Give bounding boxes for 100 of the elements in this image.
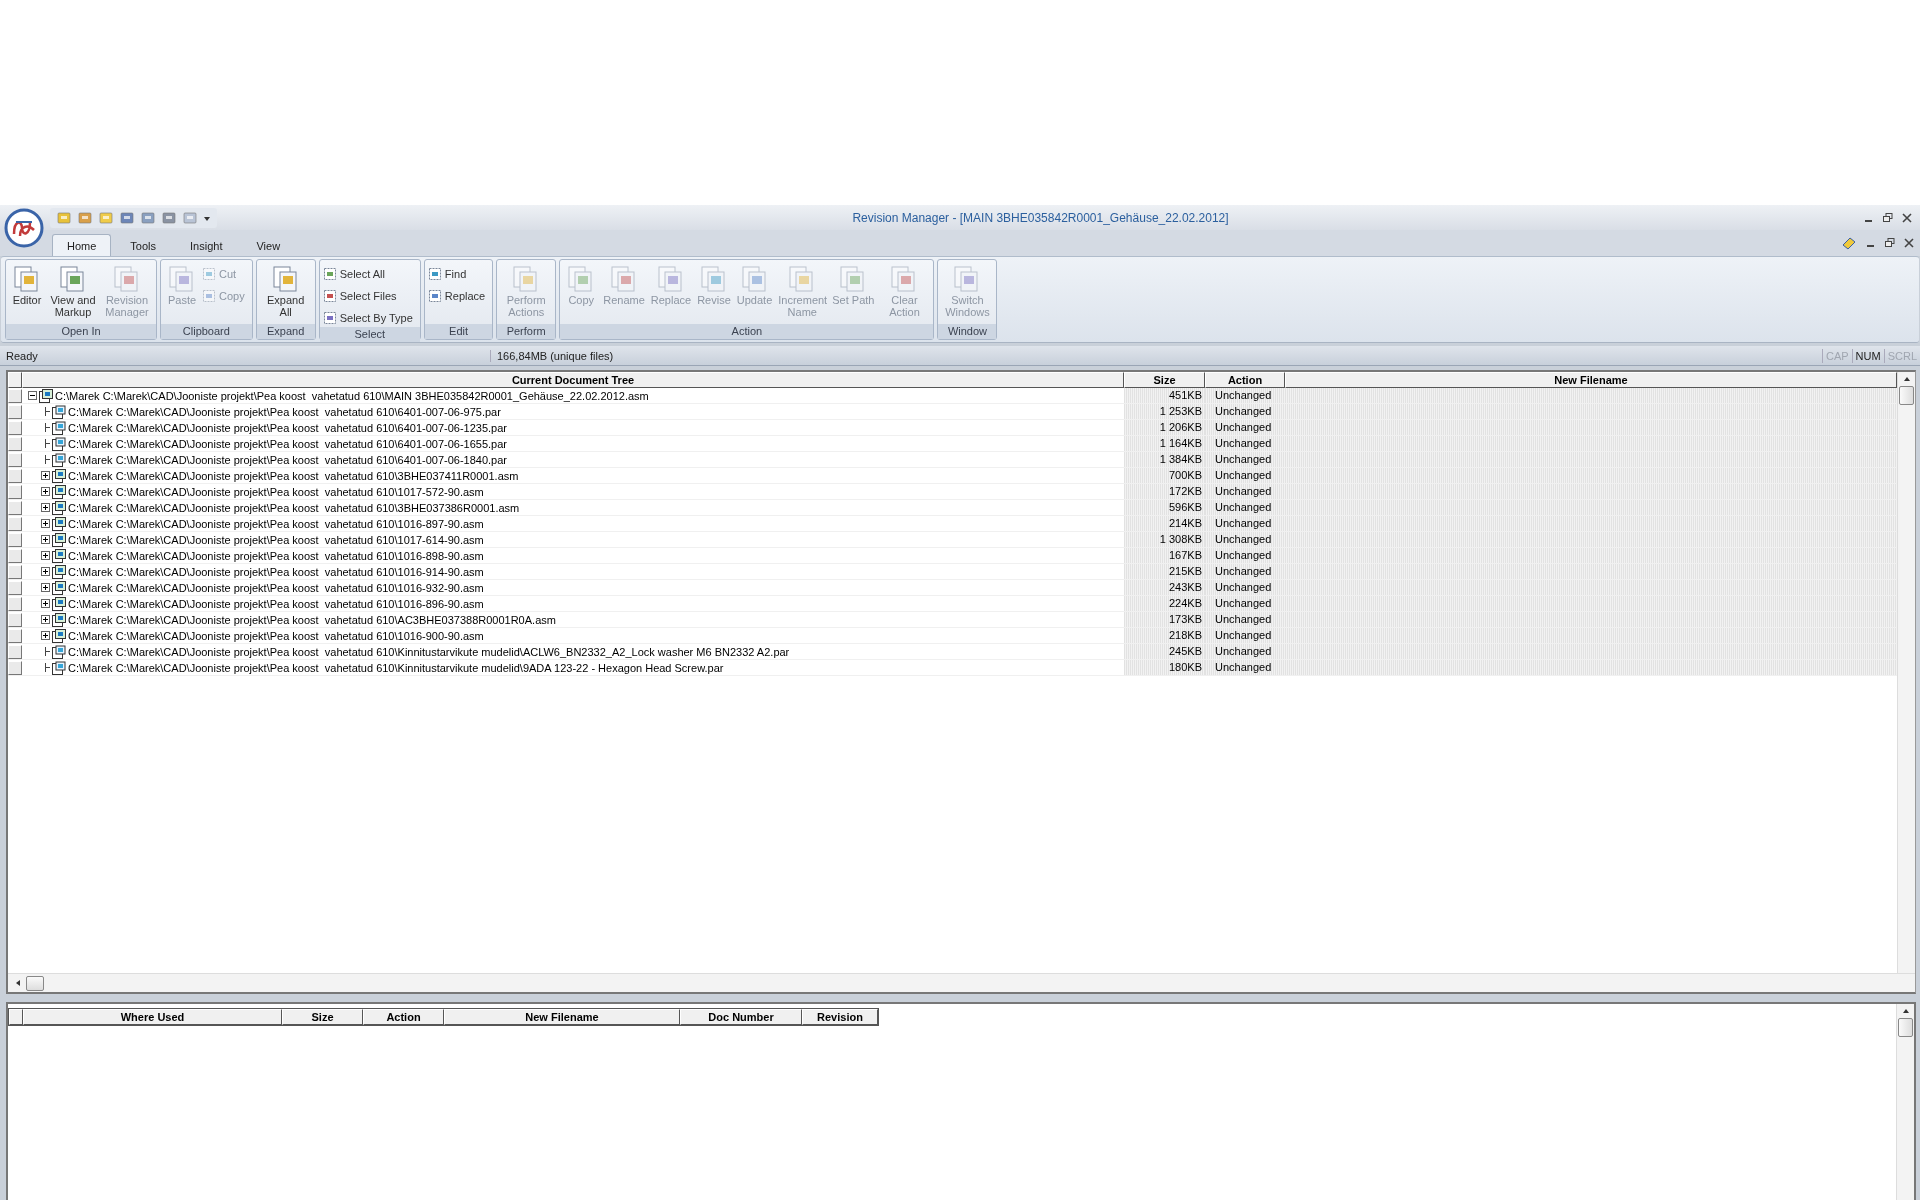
file-path[interactable]: C:\Marek C:\Marek\CAD\Jooniste projekt\Pea koost vahetatud 610\6401-007-06-1235.par — [68, 421, 508, 434]
restore-icon[interactable] — [1883, 212, 1893, 223]
ribbon-button[interactable]: Find — [427, 265, 490, 283]
column-header[interactable]: Revision — [802, 1009, 878, 1025]
ribbon-button[interactable]: Replace — [427, 287, 490, 305]
column-header[interactable]: Action — [363, 1009, 444, 1025]
row-selector[interactable] — [8, 644, 22, 659]
close-icon[interactable] — [1902, 212, 1912, 223]
ribbon-button[interactable]: Select Files — [322, 287, 417, 305]
document-icon — [202, 267, 216, 281]
action-cell: Unchanged — [1205, 388, 1285, 403]
action-cell: Unchanged — [1205, 564, 1285, 579]
close-icon[interactable] — [1904, 238, 1914, 248]
file-path[interactable]: C:\Marek C:\Marek\CAD\Jooniste projekt\Pea koost vahetatud 610\1016-932-90.asm — [68, 581, 484, 594]
collapse-icon[interactable] — [28, 391, 37, 400]
row-selector[interactable] — [8, 452, 22, 467]
file-path[interactable]: C:\Marek C:\Marek\CAD\Jooniste projekt\Pea koost vahetatud 610\1017-614-90.asm — [68, 533, 484, 546]
ribbon-button[interactable]: View and Markup — [47, 262, 99, 324]
action-cell: Unchanged — [1205, 580, 1285, 595]
scroll-thumb[interactable] — [26, 975, 44, 991]
column-header[interactable]: Size — [1124, 372, 1205, 388]
file-path[interactable]: C:\Marek C:\Marek\CAD\Jooniste projekt\Pea koost vahetatud 610\MAIN 3BHE035842R0001_Gehäuse_22.02.2012.asm — [55, 389, 649, 402]
scroll-left-icon[interactable] — [14, 978, 22, 988]
column-header[interactable]: Action — [1205, 372, 1285, 388]
expand-icon[interactable] — [41, 599, 50, 608]
part-icon — [52, 644, 66, 659]
scroll-up-icon[interactable] — [1901, 375, 1912, 383]
group-label: Select — [319, 327, 420, 342]
file-path[interactable]: C:\Marek C:\Marek\CAD\Jooniste projekt\Pea koost vahetatud 610\AC3BHE037388R0001R0A.asm — [68, 613, 556, 626]
size-cell: 215KB — [1124, 564, 1205, 579]
ribbon-tab[interactable]: Insight — [175, 234, 238, 256]
scroll-thumb[interactable] — [1898, 1018, 1913, 1037]
ribbon-button[interactable]: Editor — [9, 262, 45, 324]
row-selector[interactable] — [8, 532, 22, 547]
row-selector[interactable] — [8, 628, 22, 643]
scrollbar[interactable] — [1897, 372, 1915, 973]
expand-icon[interactable] — [41, 535, 50, 544]
expand-icon[interactable] — [41, 567, 50, 576]
expand-icon[interactable] — [41, 551, 50, 560]
action-cell: Unchanged — [1205, 644, 1285, 659]
column-header[interactable]: New Filename — [1285, 372, 1897, 388]
expand-icon[interactable] — [41, 471, 50, 480]
ribbon-button[interactable]: Select By Type — [322, 309, 417, 327]
column-header[interactable]: Doc Number — [680, 1009, 802, 1025]
file-path[interactable]: C:\Marek C:\Marek\CAD\Jooniste projekt\Pea koost vahetatud 610\6401-007-06-1840.par — [68, 453, 508, 466]
file-path[interactable]: C:\Marek C:\Marek\CAD\Jooniste projekt\Pea koost vahetatud 610\3BHE037411R0001.asm — [68, 469, 519, 482]
document-icon — [322, 311, 337, 325]
column-header[interactable]: New Filename — [444, 1009, 680, 1025]
ribbon-tab[interactable]: Tools — [115, 234, 172, 256]
file-path[interactable]: C:\Marek C:\Marek\CAD\Jooniste projekt\Pea koost vahetatud 610\Kinnitustarvikute mudelid\ACLW6_BN2332_A2_Lock washer M6 BN2332 A2.par — [68, 645, 790, 658]
row-selector[interactable] — [8, 468, 22, 483]
action-cell: Unchanged — [1205, 516, 1285, 531]
column-header[interactable]: Size — [282, 1009, 363, 1025]
expand-icon[interactable] — [41, 631, 50, 640]
scroll-thumb[interactable] — [1899, 386, 1914, 405]
row-selector[interactable] — [8, 420, 22, 435]
expand-icon[interactable] — [41, 503, 50, 512]
row-selector[interactable] — [8, 612, 22, 627]
expand-icon[interactable] — [41, 615, 50, 624]
file-path[interactable]: C:\Marek C:\Marek\CAD\Jooniste projekt\Pea koost vahetatud 610\1016-898-90.asm — [68, 549, 484, 562]
action-cell: Unchanged — [1205, 500, 1285, 515]
row-selector[interactable] — [8, 436, 22, 451]
row-selector[interactable] — [8, 404, 22, 419]
file-path[interactable]: C:\Marek C:\Marek\CAD\Jooniste projekt\Pea koost vahetatud 610\6401-007-06-975.par — [68, 405, 501, 418]
file-path[interactable]: C:\Marek C:\Marek\CAD\Jooniste projekt\Pea koost vahetatud 610\6401-007-06-1655.par — [68, 437, 508, 450]
select-all-header[interactable] — [8, 372, 22, 388]
file-path[interactable]: C:\Marek C:\Marek\CAD\Jooniste projekt\Pea koost vahetatud 610\1016-914-90.asm — [68, 565, 484, 578]
ribbon-button[interactable]: Select All — [322, 265, 417, 283]
row-selector[interactable] — [8, 484, 22, 499]
file-path[interactable]: C:\Marek C:\Marek\CAD\Jooniste projekt\Pea koost vahetatud 610\Kinnitustarvikute mudelid\9ADA 123-22 - Hexagon Head Screw.par — [68, 661, 724, 674]
expand-icon[interactable] — [41, 519, 50, 528]
column-header[interactable]: Where Used — [23, 1009, 282, 1025]
file-path[interactable]: C:\Marek C:\Marek\CAD\Jooniste projekt\Pea koost vahetatud 610\1016-900-90.asm — [68, 629, 484, 642]
ribbon-tab[interactable]: Home — [52, 234, 112, 256]
row-selector[interactable] — [8, 548, 22, 563]
file-path[interactable]: C:\Marek C:\Marek\CAD\Jooniste projekt\Pea koost vahetatud 610\3BHE037386R0001.asm — [68, 501, 520, 514]
scroll-up-icon[interactable] — [1900, 1007, 1911, 1015]
status-message: Ready — [0, 349, 491, 362]
ribbon-button[interactable]: Expand All — [259, 262, 312, 324]
horizontal-scrollbar[interactable] — [8, 973, 1915, 992]
expand-icon[interactable] — [41, 487, 50, 496]
column-header[interactable]: Current Document Tree — [22, 372, 1124, 388]
row-selector[interactable] — [8, 500, 22, 515]
expand-icon[interactable] — [41, 583, 50, 592]
ribbon-tab[interactable]: View — [241, 234, 296, 256]
row-selector[interactable] — [8, 660, 22, 675]
size-cell: 1 164KB — [1124, 436, 1205, 451]
row-selector[interactable] — [8, 596, 22, 611]
part-icon — [52, 436, 66, 451]
row-selector[interactable] — [8, 516, 22, 531]
row-selector[interactable] — [8, 580, 22, 595]
file-path[interactable]: C:\Marek C:\Marek\CAD\Jooniste projekt\Pea koost vahetatud 610\1016-897-90.asm — [68, 517, 484, 530]
action-cell: Unchanged — [1205, 532, 1285, 547]
file-path[interactable]: C:\Marek C:\Marek\CAD\Jooniste projekt\Pea koost vahetatud 610\1017-572-90.asm — [68, 485, 484, 498]
restore-icon[interactable] — [1885, 238, 1895, 248]
file-path[interactable]: C:\Marek C:\Marek\CAD\Jooniste projekt\Pea koost vahetatud 610\1016-896-90.asm — [68, 597, 484, 610]
scrollbar[interactable] — [1896, 1004, 1914, 1200]
row-selector[interactable] — [8, 388, 22, 403]
row-selector[interactable] — [8, 564, 22, 579]
select-all-header[interactable] — [9, 1009, 23, 1025]
